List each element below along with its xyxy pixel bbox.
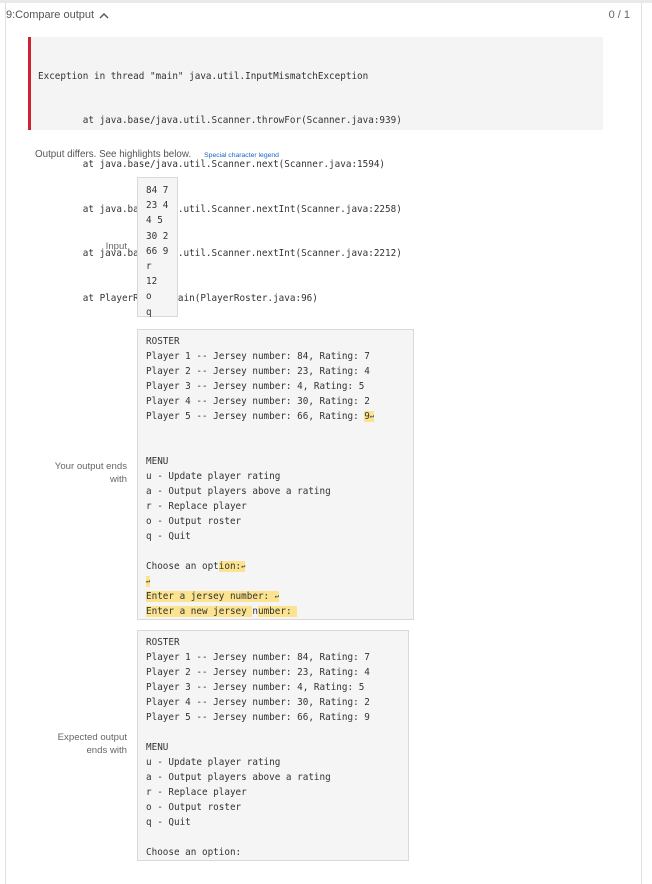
diff-highlight: umber:: [257, 606, 298, 617]
your-output-label-line: with: [109, 474, 127, 485]
newline-symbol: ↵: [274, 592, 279, 600]
menu-item: a - Output players above a rating: [146, 772, 331, 783]
diff-highlight: ion:↵: [218, 561, 246, 572]
menu-title: MENU: [146, 742, 169, 753]
player-line: Player 5 -- Jersey number: 66, Rating: 9…: [146, 409, 413, 424]
enter-jersey-text: Enter a jersey number:: [146, 591, 275, 602]
choose-line: Choose an option:↵: [146, 559, 413, 574]
choose-line: Choose an option:: [146, 847, 242, 858]
expected-output-box: ROSTER Player 1 -- Jersey number: 84, Ra…: [137, 630, 409, 861]
expected-output-label: Expected output ends with: [0, 731, 127, 757]
input-label: Input: [105, 241, 127, 252]
roster-title: ROSTER: [146, 336, 180, 347]
menu-item: a - Output players above a rating: [146, 486, 331, 497]
enter-jersey-line: Enter a jersey number: ↵: [146, 589, 413, 604]
input-line: 23 4: [146, 200, 169, 212]
player-line: Player 1 -- Jersey number: 84, Rating: 7: [146, 351, 370, 362]
your-output-box: ROSTER Player 1 -- Jersey number: 84, Ra…: [137, 329, 414, 620]
output-differs-notice: Output differs. See highlights below. Sp…: [35, 149, 279, 160]
exception-line: at java.base/java.util.Scanner.next(Scan…: [38, 159, 386, 171]
expected-output-label-line: ends with: [86, 745, 127, 756]
input-line: 12: [146, 276, 158, 288]
player-line: Player 3 -- Jersey number: 4, Rating: 5: [146, 682, 365, 693]
choose-text-highlighted: ion:: [218, 561, 242, 572]
choose-text: Choose an opt: [146, 561, 219, 572]
diff-highlight: Enter a jersey number: ↵: [146, 591, 279, 602]
newline-symbol: ↵: [241, 562, 246, 570]
diff-highlight: 9↵: [364, 411, 375, 422]
input-line: 30 2: [146, 230, 169, 242]
frame-right-border: [641, 3, 642, 884]
menu-title: MENU: [146, 456, 169, 467]
enter-new-text: umber:: [257, 606, 298, 617]
enter-new-jersey-line: Enter a new jersey number:: [146, 604, 413, 619]
player-line: Player 4 -- Jersey number: 30, Rating: 2: [146, 396, 370, 407]
menu-item: o - Output roster: [146, 516, 242, 527]
player-line: Player 2 -- Jersey number: 23, Rating: 4: [146, 667, 370, 678]
player-line: Player 5 -- Jersey number: 66, Rating: 9: [146, 712, 370, 723]
player-line: Player 3 -- Jersey number: 4, Rating: 5: [146, 381, 365, 392]
newline-symbol: ↵: [146, 577, 151, 585]
player-line: Player 1 -- Jersey number: 84, Rating: 7: [146, 652, 370, 663]
menu-item: u - Update player rating: [146, 757, 281, 768]
newline-symbol: ↵: [369, 412, 375, 420]
special-character-legend-link[interactable]: Special character legend: [204, 152, 279, 159]
exception-output: Exception in thread "main" java.util.Inp…: [28, 37, 603, 304]
input-line: o: [146, 291, 152, 303]
player5-text: Player 5 -- Jersey number: 66, Rating:: [146, 411, 365, 422]
input-line: 66 9: [146, 245, 169, 257]
exception-line: Exception in thread "main" java.util.Inp…: [38, 70, 369, 82]
header-title: 9:Compare output: [6, 9, 95, 21]
your-output-label: Your output ends with: [0, 460, 127, 486]
enter-new-text: Enter a new jersey: [146, 606, 253, 617]
input-line: 84 7: [146, 185, 169, 196]
menu-item: u - Update player rating: [146, 471, 281, 482]
exception-line: at java.base/java.util.Scanner.throwFor(…: [38, 114, 402, 126]
score-badge: 0 / 1: [608, 9, 630, 21]
input-line: r: [146, 260, 152, 272]
player-line: Player 2 -- Jersey number: 23, Rating: 4: [146, 366, 370, 377]
menu-item: q - Quit: [146, 531, 191, 542]
player-line: Player 4 -- Jersey number: 30, Rating: 2: [146, 697, 370, 708]
differs-message: Output differs. See highlights below.: [35, 149, 192, 160]
exception-line: at java.base/java.util.Scanner.nextInt(S…: [38, 203, 402, 215]
compare-output-header[interactable]: 9:Compare output: [6, 9, 109, 21]
diff-highlight: ↵: [146, 576, 151, 587]
input-line: 4 5: [146, 215, 163, 227]
expected-output-label-line: Expected output: [57, 732, 127, 743]
menu-item: r - Replace player: [146, 787, 247, 798]
newline-line: ↵: [146, 574, 413, 589]
menu-item: r - Replace player: [146, 501, 247, 512]
menu-item: o - Output roster: [146, 802, 242, 813]
your-output-label-line: Your output ends: [54, 461, 127, 472]
input-box: 84 7 23 4 4 5 30 2 66 9 r 12 o q: [137, 177, 178, 318]
chevron-up-icon[interactable]: [99, 12, 109, 19]
input-line: q: [146, 306, 152, 318]
menu-item: q - Quit: [146, 817, 191, 828]
diff-highlight: Enter a new jersey: [146, 606, 253, 617]
top-divider: [0, 0, 652, 3]
roster-title: ROSTER: [146, 637, 180, 648]
exception-line: at PlayerRoster.main(PlayerRoster.java:9…: [82, 292, 318, 304]
